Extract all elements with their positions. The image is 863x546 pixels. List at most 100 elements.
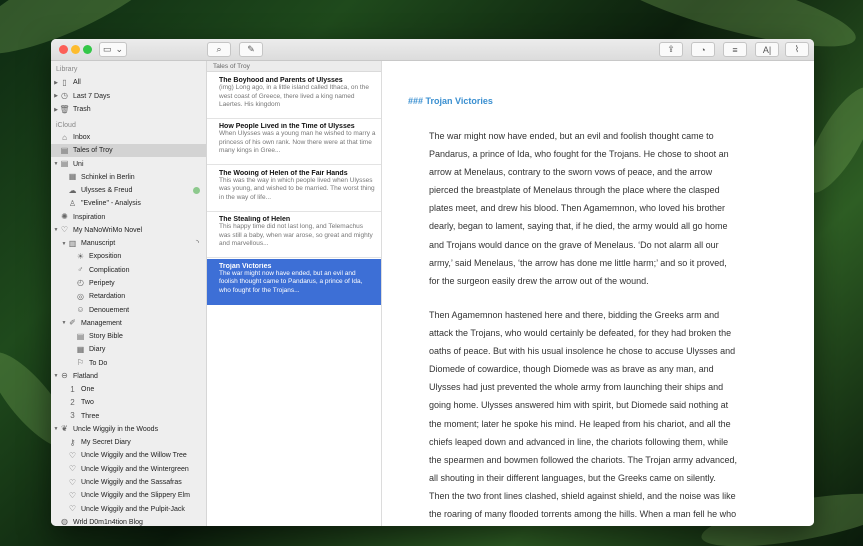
sidebar-item[interactable]: ♡ Uncle Wiggily and the Pulpit-Jack bbox=[51, 503, 206, 516]
sidebar-item[interactable]: ▼ ▥ Manuscript ◝ bbox=[51, 237, 206, 250]
group-icon: ▥ bbox=[68, 238, 77, 248]
chevron-down-icon: ⌄ bbox=[115, 44, 124, 54]
attachment-button[interactable]: ⌇ bbox=[785, 42, 809, 57]
sidebar-item[interactable]: ▤ Tales of Troy bbox=[51, 144, 206, 158]
sidebar-item-label: Uncle Wiggily and the Pulpit-Jack bbox=[81, 505, 185, 513]
paragraph[interactable]: Then Agamemnon hastened here and there, … bbox=[429, 306, 774, 523]
sidebar-item-label: My NaNoWriMo Novel bbox=[73, 226, 143, 234]
sidebar-item-label: Diary bbox=[89, 346, 106, 354]
sidebar-item-label: Uncle Wiggily and the Wintergreen bbox=[81, 465, 189, 473]
sidebar-item-label: "Eveline" - Analysis bbox=[81, 200, 141, 208]
sheet-snippet: This was the way in which people lived w… bbox=[219, 176, 375, 201]
group-icon: ♡ bbox=[68, 450, 77, 460]
sidebar-item[interactable]: ▶ 🗑 Trash bbox=[51, 103, 206, 116]
search-icon: ⌕ bbox=[216, 44, 222, 54]
app-window: ▭ ⌄ ⌕ ✎ ⇪ ◔ ≡ A| ⌇ Library iCloud ▶ ▯ All ▶… bbox=[51, 39, 814, 526]
group-title: Tales of Troy bbox=[207, 61, 381, 72]
sidebar-item[interactable]: ♡ Uncle Wiggily and the Wintergreen bbox=[51, 463, 206, 476]
sidebar-item-label: To Do bbox=[89, 359, 108, 367]
sidebar-item-label: My Secret Diary bbox=[81, 439, 131, 447]
sidebar-item-label: Three bbox=[81, 412, 100, 420]
sheet-list: Tales of Troy The Boyhood and Parents of… bbox=[207, 61, 382, 526]
sidebar-item-label: Trash bbox=[73, 106, 91, 113]
sidebar-item[interactable]: ♡ Uncle Wiggily and the Willow Tree bbox=[51, 449, 206, 462]
sheet-heading[interactable]: ### Trojan Victories bbox=[408, 96, 493, 106]
list-button[interactable]: ≡ bbox=[723, 42, 747, 57]
sidebar-item[interactable]: ⚷ My Secret Diary bbox=[51, 436, 206, 449]
sidebar-item[interactable]: ♂ Complication bbox=[51, 264, 206, 277]
sidebar-item[interactable]: ▦ Diary bbox=[51, 343, 206, 356]
close-button[interactable] bbox=[59, 45, 68, 54]
sidebar-item[interactable]: ▼ ❦ Uncle Wiggily in the Woods bbox=[51, 423, 206, 436]
sidebar-item[interactable]: ♙ "Eveline" - Analysis bbox=[51, 197, 206, 210]
minimize-button[interactable] bbox=[71, 45, 80, 54]
sheet-item[interactable]: Trojan Victories The war might now have e… bbox=[207, 258, 381, 305]
sidebar-item[interactable]: ◍ Wrld D0m1n4tion Blog bbox=[51, 516, 206, 526]
sidebar-item[interactable]: ▼ ⊖ Flatland bbox=[51, 370, 206, 383]
sidebar-item-label: Exposition bbox=[89, 253, 122, 261]
sheet-title: The Wooing of Helen of the Fair Hands bbox=[219, 169, 348, 177]
sidebar-item-label: Tales of Troy bbox=[73, 147, 113, 155]
sidebar-item[interactable]: 2 Two bbox=[51, 396, 206, 409]
sidebar-item[interactable]: ☁ Ulysses & Freud bbox=[51, 184, 206, 197]
sidebar-item[interactable]: ▼ ♡ My NaNoWriMo Novel bbox=[51, 224, 206, 237]
paragraph[interactable]: The war might now have ended, but an evi… bbox=[429, 127, 774, 290]
group-icon: ◎ bbox=[77, 291, 84, 301]
sidebar-item[interactable]: ◴ Peripety bbox=[51, 277, 206, 290]
sidebar-item[interactable]: ☀ Exposition bbox=[51, 250, 206, 263]
sidebar-item[interactable]: ▶ ▯ All bbox=[51, 76, 206, 89]
sidebar-item[interactable]: ⚐ To Do bbox=[51, 357, 206, 370]
sidebar-item-label: Wrld D0m1n4tion Blog bbox=[73, 518, 143, 526]
group-icon: ✐ bbox=[69, 318, 76, 328]
sidebar-item[interactable]: ♡ Uncle Wiggily and the Slippery Elm bbox=[51, 489, 206, 502]
sidebar-item[interactable]: ✺ Inspiration bbox=[51, 211, 206, 224]
zoom-button[interactable] bbox=[83, 45, 92, 54]
group-icon: ♡ bbox=[68, 504, 77, 514]
sidebar-item-label: Inspiration bbox=[73, 213, 106, 221]
sidebar-item[interactable]: 1 One bbox=[51, 383, 206, 396]
sidebar-item[interactable]: ◎ Retardation bbox=[51, 290, 206, 303]
sidebar-item[interactable]: ▼ ✐ Management bbox=[51, 317, 206, 330]
group-icon: ⚐ bbox=[76, 358, 85, 368]
sidebar-item[interactable]: ♡ Uncle Wiggily and the Sassafras bbox=[51, 476, 206, 489]
compose-button[interactable]: ✎ bbox=[239, 42, 263, 57]
sidebar-item-label: Uncle Wiggily in the Woods bbox=[73, 425, 159, 433]
sidebar-item[interactable]: 3 Three bbox=[51, 410, 206, 423]
sidebar-item[interactable]: ⌂ Inbox bbox=[51, 131, 206, 144]
sheet-item[interactable]: How People Lived in the Time of Ulysses W… bbox=[207, 119, 381, 166]
sheet-item[interactable]: The Wooing of Helen of the Fair Hands Thi… bbox=[207, 166, 381, 212]
sidebar-item-label: Uncle Wiggily and the Sassafras bbox=[81, 479, 182, 487]
group-icon: ♂ bbox=[77, 265, 84, 275]
sidebar-item-label: Uncle Wiggily and the Willow Tree bbox=[81, 452, 187, 460]
group-icon: 1 bbox=[70, 384, 75, 394]
sidebar-item[interactable]: ▤ Story Bible bbox=[51, 330, 206, 343]
editor-pane[interactable]: ### Trojan Victories The war might now h… bbox=[382, 61, 814, 526]
section-library: Library bbox=[56, 66, 78, 73]
sheet-item[interactable]: The Stealing of Helen This happy time did… bbox=[207, 212, 381, 259]
typography-button[interactable]: A| bbox=[755, 42, 779, 57]
share-icon: ⇪ bbox=[667, 44, 675, 54]
sidebar-item[interactable]: ▶ ◷ Last 7 Days bbox=[51, 90, 206, 103]
group-icon: ⌂ bbox=[62, 132, 67, 142]
sidebar-item[interactable]: ▼ ▤ Uni bbox=[51, 158, 206, 171]
sidebar-item-label: Ulysses & Freud bbox=[81, 187, 133, 195]
group-icon: ♡ bbox=[68, 464, 77, 474]
sheet-snippet: When Ulysses was a young man he wished t… bbox=[219, 130, 376, 155]
sheet-snippet: (img) Long ago, in a little island calle… bbox=[219, 84, 369, 108]
stats-button[interactable]: ◔ bbox=[691, 42, 715, 57]
share-button[interactable]: ⇪ bbox=[659, 42, 683, 57]
sidebar-item[interactable]: ☺ Denouement bbox=[51, 304, 206, 317]
sheet-title: The Stealing of Helen bbox=[219, 216, 291, 224]
group-icon: ▤ bbox=[60, 145, 69, 155]
group-icon: ⊖ bbox=[61, 371, 68, 381]
toolbar: ▭ ⌄ ⌕ ✎ ⇪ ◔ ≡ A| ⌇ bbox=[51, 39, 814, 61]
sidebar-item-label: Two bbox=[81, 399, 94, 407]
group-icon: ♙ bbox=[68, 198, 77, 208]
sheet-item[interactable]: The Boyhood and Parents of Ulysses (img) … bbox=[207, 73, 381, 119]
sidebar-item[interactable]: ▦ Schinkel in Berlin bbox=[51, 171, 206, 184]
sidebar-item-label: Manuscript bbox=[81, 240, 116, 248]
sidebar-toggle-button[interactable]: ▭ ⌄ bbox=[99, 42, 127, 57]
sheet-snippet: The war might now have ended, but an evi… bbox=[219, 269, 363, 294]
search-button[interactable]: ⌕ bbox=[207, 42, 231, 57]
paperclip-icon: ⌇ bbox=[794, 44, 800, 54]
